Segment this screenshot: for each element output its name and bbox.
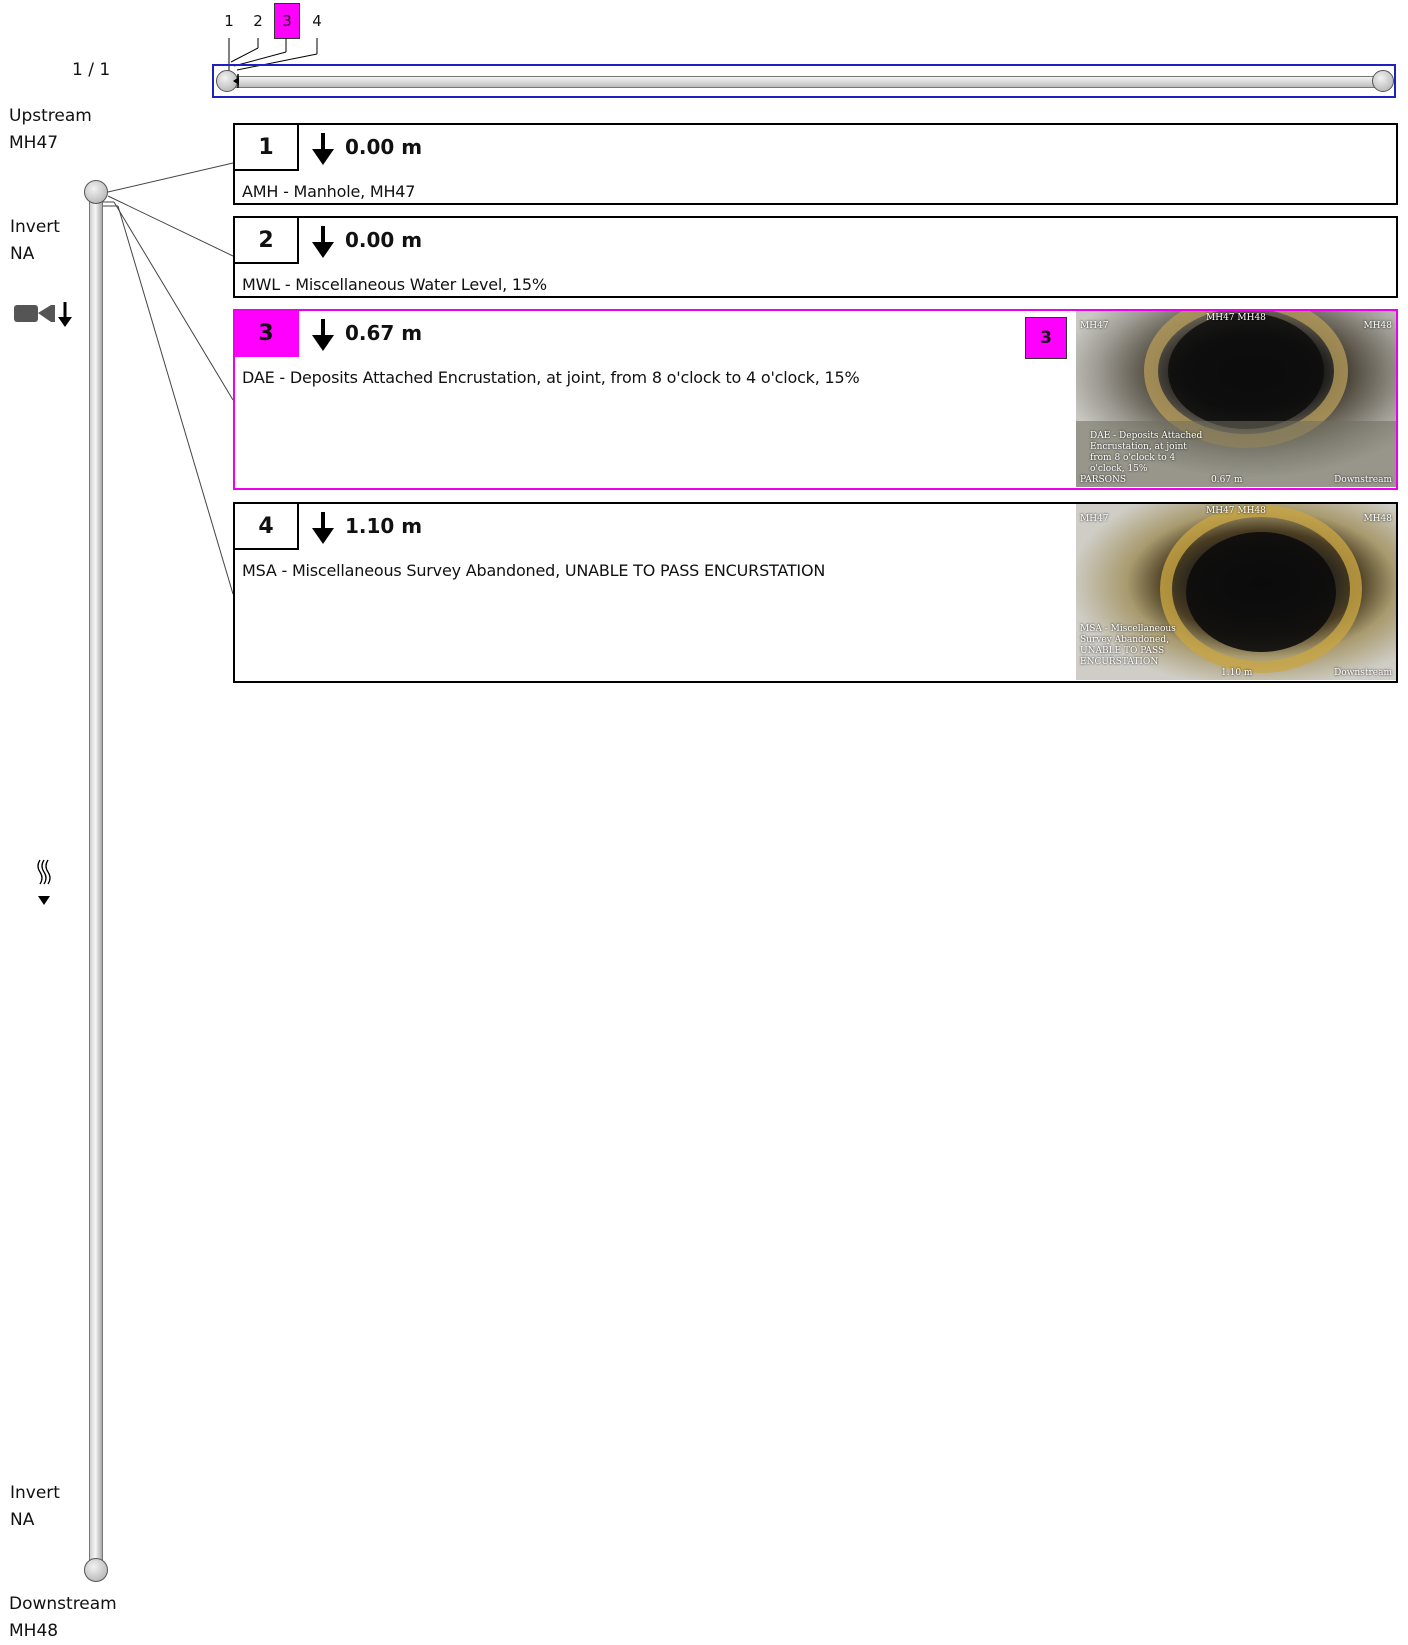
observation-card-2[interactable]: 2 0.00 m MWL - Miscellaneous Water Level…	[233, 216, 1398, 298]
observation-number: 3	[235, 311, 299, 357]
downstream-invert-value: NA	[10, 1510, 35, 1530]
observation-number: 1	[235, 125, 299, 171]
down-arrow-icon	[312, 133, 334, 165]
observation-leader-lines	[103, 162, 234, 595]
observation-card-4[interactable]: 4 1.10 m MSA - Miscellaneous Survey Aban…	[233, 502, 1398, 683]
overview-downstream-node	[1372, 70, 1394, 92]
observation-distance: 1.10 m	[345, 514, 423, 538]
downstream-node-name: MH48	[9, 1621, 59, 1641]
down-arrow-icon	[312, 512, 334, 544]
observation-distance: 0.67 m	[345, 321, 423, 345]
downstream-label: Downstream MH48	[9, 1591, 117, 1645]
observation-number: 4	[235, 504, 299, 550]
observation-photo[interactable]: MH47 MH48 MH47 MH48 MSA - Miscellaneous …	[1076, 504, 1396, 680]
observation-distance: 0.00 m	[345, 228, 423, 252]
observation-description: AMH - Manhole, MH47	[242, 182, 416, 201]
image-index-badge: 3	[1025, 317, 1067, 359]
downstream-manhole-node[interactable]	[84, 1558, 108, 1582]
observation-number: 2	[235, 218, 299, 264]
observation-photo[interactable]: MH47 MH48 MH47 MH48 DAE - Deposits Attac…	[1076, 311, 1396, 487]
observation-distance: 0.00 m	[345, 135, 423, 159]
down-arrow-icon	[312, 319, 334, 351]
overview-pipe	[228, 76, 1380, 88]
observation-description: MWL - Miscellaneous Water Level, 15%	[242, 275, 547, 294]
observation-card-3-selected[interactable]: 3 0.67 m DAE - Deposits Attached Encrust…	[233, 309, 1398, 490]
observation-card-1[interactable]: 1 0.00 m AMH - Manhole, MH47	[233, 123, 1398, 205]
flow-direction-icon	[37, 859, 51, 905]
downstream-invert: Invert NA	[10, 1480, 60, 1534]
observation-description: MSA - Miscellaneous Survey Abandoned, UN…	[242, 561, 826, 580]
observation-description: DAE - Deposits Attached Encrustation, at…	[242, 368, 860, 387]
down-arrow-icon	[312, 226, 334, 258]
